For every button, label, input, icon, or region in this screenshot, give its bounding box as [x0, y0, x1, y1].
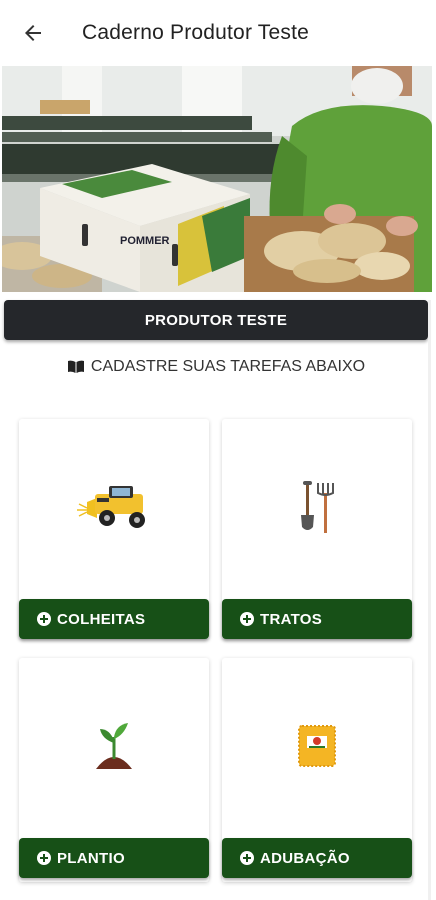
harvester-icon	[77, 486, 145, 528]
card-icon-area	[19, 419, 209, 595]
section-subtitle: CADASTRE SUAS TAREFAS ABAIXO	[0, 358, 432, 376]
box-brand-logo: POMMER	[120, 235, 170, 247]
task-card-adubacao: ADUBAÇÃO	[222, 658, 412, 882]
card-label: TRATOS	[260, 610, 323, 628]
producer-button[interactable]: PRODUTOR TESTE	[4, 300, 428, 340]
arrow-left-icon	[25, 25, 41, 41]
task-card-plantio: PLANTIO	[19, 658, 209, 882]
app-bar: Caderno Produtor Teste	[0, 0, 436, 66]
card-icon-area	[222, 658, 412, 834]
fertilizer-bag-icon	[298, 725, 336, 767]
card-label: COLHEITAS	[57, 610, 146, 628]
task-card-colheitas: COLHEITAS	[19, 419, 209, 639]
plus-circle-icon	[240, 851, 254, 865]
add-colheitas-button[interactable]: COLHEITAS	[19, 599, 209, 639]
card-icon-area	[222, 419, 412, 595]
scrollbar[interactable]	[428, 300, 431, 900]
task-card-tratos: TRATOS	[222, 419, 412, 639]
card-label: PLANTIO	[57, 849, 125, 867]
add-adubacao-button[interactable]: ADUBAÇÃO	[222, 838, 412, 878]
add-plantio-button[interactable]: PLANTIO	[19, 838, 209, 878]
plus-circle-icon	[240, 612, 254, 626]
card-label: ADUBAÇÃO	[260, 849, 350, 867]
hero-image: POMMER	[2, 66, 432, 292]
page-title: Caderno Produtor Teste	[82, 21, 309, 44]
back-button[interactable]	[0, 0, 66, 66]
shovel-pitchfork-icon	[301, 481, 334, 533]
seedling-icon	[96, 723, 132, 769]
add-tratos-button[interactable]: TRATOS	[222, 599, 412, 639]
book-open-icon	[67, 360, 84, 373]
subtitle-text: CADASTRE SUAS TAREFAS ABAIXO	[90, 358, 366, 375]
plus-circle-icon	[37, 612, 51, 626]
card-icon-area	[19, 658, 209, 834]
plus-circle-icon	[37, 851, 51, 865]
